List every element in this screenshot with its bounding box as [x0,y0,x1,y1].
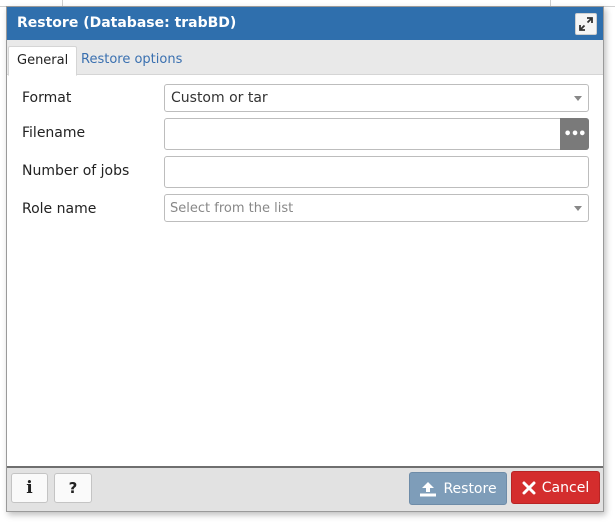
chevron-down-icon [574,96,582,101]
format-value: Custom or tar [171,90,268,106]
chevron-down-icon [574,206,582,211]
filename-row: Filename ••• [22,118,589,150]
cancel-button[interactable]: Cancel [511,471,600,504]
dialog-footer: i ? Restore Cancel [7,466,603,511]
role-label: Role name [22,201,97,217]
format-row: Format Custom or tar [22,84,589,112]
dialog-titlebar[interactable]: Restore (Database: trabBD) [7,7,603,40]
dialog-title: Restore (Database: trabBD) [17,15,237,31]
role-placeholder: Select from the list [170,201,294,216]
info-button[interactable]: i [11,473,48,503]
help-icon: ? [68,479,78,497]
filename-label: Filename [22,125,86,141]
info-icon: i [26,478,33,498]
restore-button[interactable]: Restore [409,472,507,505]
jobs-label: Number of jobs [22,163,130,179]
filename-input[interactable]: ••• [164,118,589,150]
tab-general[interactable]: General [8,46,78,76]
tab-restore-options[interactable]: Restore options [73,46,190,74]
restore-dialog: Restore (Database: trabBD) General Resto… [6,6,604,512]
browse-file-button[interactable]: ••• [560,118,589,150]
tab-bar: General Restore options [7,40,603,76]
number-of-jobs-input[interactable] [164,156,589,188]
upload-icon [420,481,437,496]
role-row: Role name Select from the list [22,194,589,222]
format-select[interactable]: Custom or tar [164,84,589,112]
cancel-label: Cancel [541,479,590,496]
close-icon [522,481,536,494]
jobs-row: Number of jobs [22,156,589,188]
ellipsis-icon: ••• [563,126,587,142]
expand-icon [579,17,593,31]
role-select[interactable]: Select from the list [164,194,589,222]
format-label: Format [22,90,72,106]
maximize-button[interactable] [575,13,597,35]
help-button[interactable]: ? [54,473,92,503]
restore-label: Restore [443,480,497,497]
